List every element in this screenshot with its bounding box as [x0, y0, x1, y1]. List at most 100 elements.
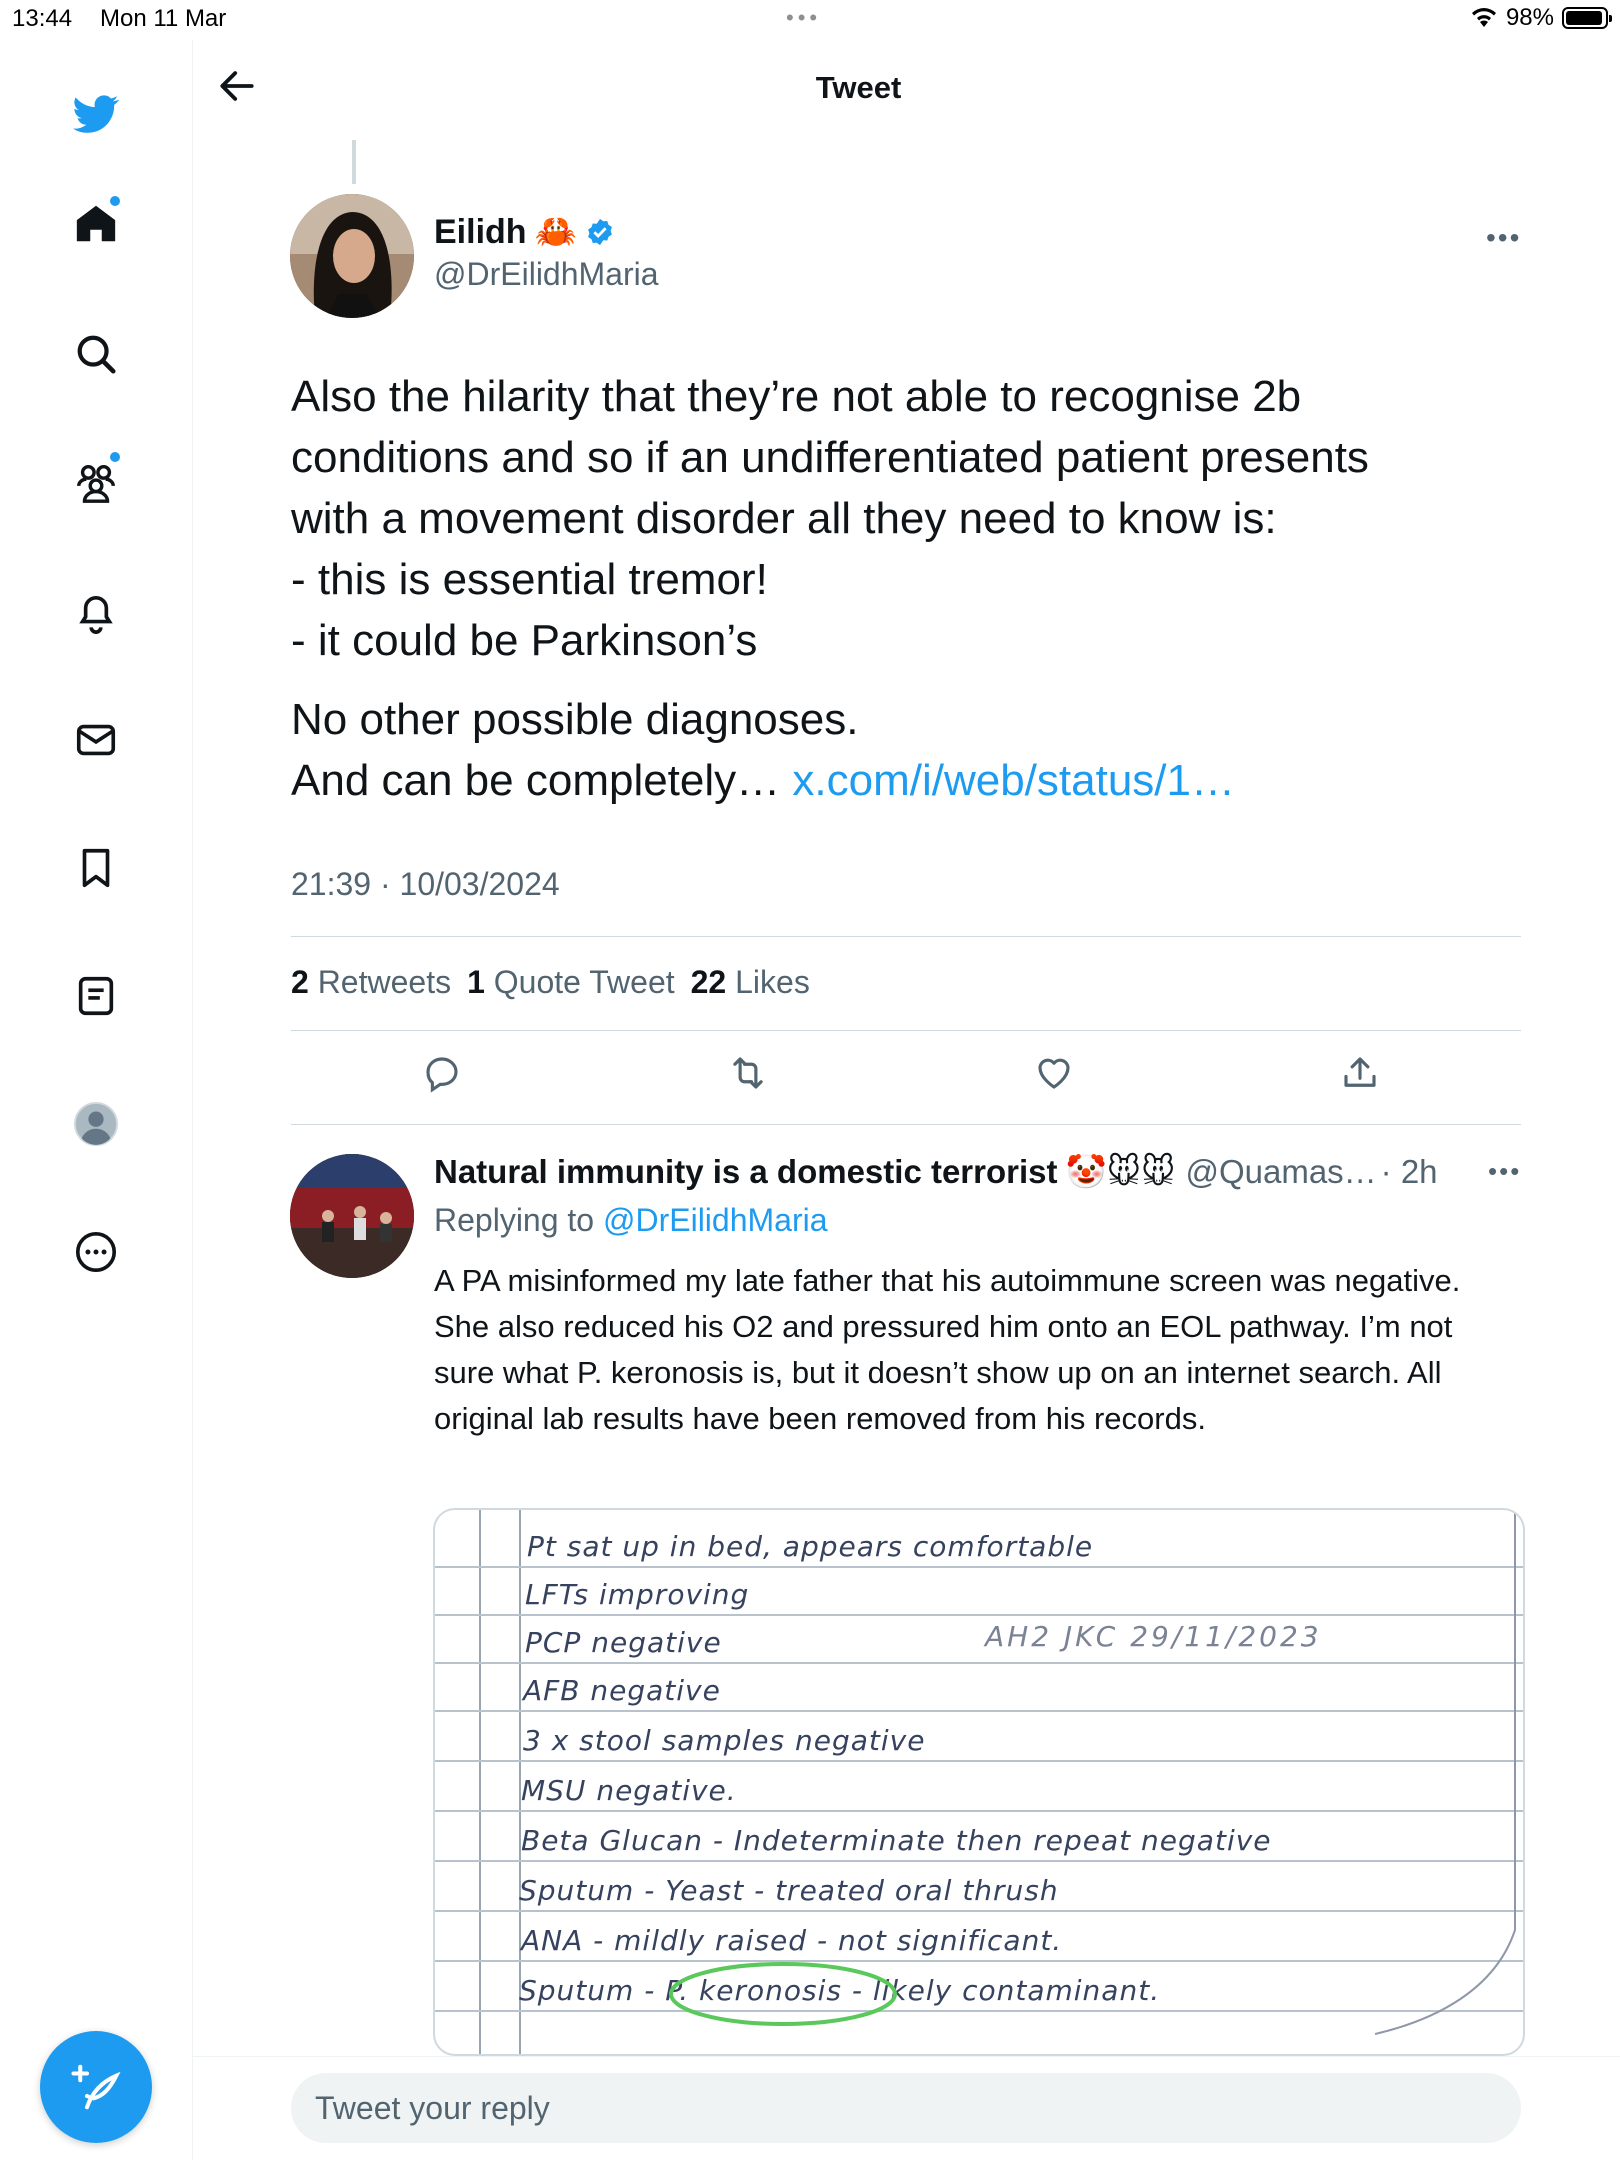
reply-media-image[interactable]: Pt sat up in bed, appears comfortable LF…: [433, 1508, 1525, 2056]
messages-icon[interactable]: [70, 714, 122, 766]
tweet-link[interactable]: x.com/i/web/status/1…: [792, 756, 1235, 805]
note-margin-line: [479, 1510, 481, 2054]
status-right: 98%: [1470, 4, 1612, 32]
tweet-text-line-with-link: And can be completely… x.com/i/web/statu…: [291, 750, 1531, 811]
verified-badge-icon: [588, 218, 612, 246]
retweet-button[interactable]: [727, 1052, 773, 1098]
more-icon[interactable]: [70, 1226, 122, 1278]
compose-tweet-button[interactable]: [40, 2031, 152, 2143]
battery-percent: 98%: [1505, 4, 1554, 31]
green-circle-annotation: [669, 1962, 897, 2026]
note-ruled-line: [435, 1566, 1523, 1568]
page-title: Tweet: [815, 70, 902, 105]
note-line-text: AFB negative: [523, 1674, 721, 1707]
note-line-text: LFTs improving: [525, 1578, 750, 1611]
compose-tweet-icon: [71, 2064, 121, 2110]
bookmarks-icon[interactable]: [70, 842, 122, 894]
page-curl-shadow: [1375, 1510, 1516, 2035]
tweet-text-line: with a movement disorder all they need t…: [291, 494, 1277, 543]
reply-time[interactable]: · 2h: [1381, 1153, 1438, 1191]
notifications-icon[interactable]: [70, 586, 122, 638]
lists-icon[interactable]: [70, 970, 122, 1022]
heart-icon: [1038, 1058, 1070, 1089]
reply-author-emojis: 🤡🐭🐭: [1065, 1153, 1176, 1190]
share-button[interactable]: [1339, 1052, 1385, 1098]
sidebar: [0, 40, 193, 2160]
divider: [291, 1030, 1521, 1031]
tweet-text: Also the hilarity that they’re not able …: [291, 366, 1531, 811]
profile-avatar-icon[interactable]: [70, 1098, 122, 1150]
tweet-text-line: No other possible diagnoses.: [291, 695, 859, 744]
tweet-reply-input[interactable]: Tweet your reply: [291, 2073, 1521, 2143]
like-button[interactable]: [1033, 1052, 1079, 1098]
note-ruled-line: [435, 1614, 1523, 1616]
communities-icon[interactable]: [70, 452, 122, 508]
note-line-text: MSU negative.: [521, 1774, 737, 1807]
reply-icon: [426, 1057, 458, 1093]
note-ruled-line: [435, 2010, 1523, 2012]
tweet-text-truncated: And can be completely…: [291, 756, 781, 805]
note-ruled-line: [435, 1860, 1523, 1862]
reply-avatar-image: [290, 1154, 414, 1278]
retweets-stat[interactable]: 2 Retweets: [291, 964, 451, 1001]
retweets-count: 2: [291, 964, 309, 1000]
note-signature: AH2 JKC 29/11/2023: [985, 1620, 1322, 1653]
reply-header: Natural immunity is a domestic terrorist…: [434, 1152, 1438, 1192]
reply-avatar[interactable]: [290, 1154, 414, 1278]
page-title-wrap: Tweet: [193, 70, 1620, 106]
note-line-text: Sputum - Yeast - treated oral thrush: [519, 1874, 1059, 1907]
tweet-text-line: Also the hilarity that they’re not able …: [291, 372, 1302, 421]
tweet-actions: [291, 1052, 1521, 1112]
status-time: 13:44: [12, 5, 73, 32]
author-name-row[interactable]: Eilidh 🦀: [434, 212, 615, 252]
note-ruled-line: [435, 1760, 1523, 1762]
divider: [291, 1124, 1521, 1125]
tweet-timestamp[interactable]: 21:39 · 10/03/2024: [291, 866, 560, 903]
reply-button[interactable]: [421, 1052, 467, 1098]
reply-more-icon[interactable]: •••: [1488, 1156, 1521, 1187]
note-ruled-line: [435, 1662, 1523, 1664]
tweet-text-line: - it could be Parkinson’s: [291, 616, 758, 665]
status-date: Mon 11 Mar: [100, 5, 227, 32]
share-icon: [1344, 1057, 1376, 1087]
likes-stat[interactable]: 22 Likes: [691, 964, 810, 1001]
tweet-stats: 2 Retweets 1 Quote Tweet 22 Likes: [291, 964, 810, 1001]
note-line-text: 3 x stool samples negative: [523, 1724, 926, 1757]
search-icon[interactable]: [70, 328, 122, 380]
reply-bar-divider: [193, 2056, 1620, 2057]
home-unread-dot: [110, 196, 120, 206]
tweet-text-line: conditions and so if an undifferentiated…: [291, 433, 1369, 482]
wifi-icon: [1471, 8, 1496, 27]
tweet-text-line: - this is essential tremor!: [291, 555, 768, 604]
tweet-more-icon[interactable]: •••: [1486, 222, 1521, 254]
note-line-text: PCP negative: [525, 1626, 722, 1659]
quotes-stat[interactable]: 1 Quote Tweet: [467, 964, 675, 1001]
author-avatar-image: [290, 194, 414, 318]
reply-text: A PA misinformed my late father that his…: [434, 1263, 1461, 1436]
author-emoji: 🦀: [534, 213, 577, 251]
note-line-text: ANA - mildly raised - not significant.: [521, 1924, 1063, 1957]
retweet-icon: [733, 1057, 763, 1089]
status-bar: 13:44 Mon 11 Mar ••• 98%: [0, 0, 1620, 40]
retweets-label: Retweets: [317, 964, 452, 1000]
replying-to-handle[interactable]: @DrEilidhMaria: [603, 1202, 828, 1238]
author-name[interactable]: Eilidh: [434, 213, 527, 252]
quotes-count: 1: [467, 964, 485, 1000]
twitter-bird-icon[interactable]: [70, 88, 122, 140]
reply-author-name[interactable]: Natural immunity is a domestic terrorist: [434, 1153, 1058, 1191]
likes-label: Likes: [735, 964, 810, 1000]
note-ruled-line: [435, 1960, 1523, 1962]
home-icon[interactable]: [70, 196, 122, 250]
communities-unread-dot: [110, 452, 120, 462]
note-ruled-line: [435, 1710, 1523, 1712]
note-line-text: Beta Glucan - Indeterminate then repeat …: [521, 1824, 1272, 1857]
reply-handle[interactable]: @Quamas…: [1185, 1153, 1376, 1191]
likes-count: 22: [690, 964, 727, 1000]
author-handle[interactable]: @DrEilidhMaria: [434, 256, 659, 293]
battery-icon: [1562, 7, 1612, 29]
avatar[interactable]: [290, 194, 414, 318]
multitasking-dots-icon[interactable]: •••: [786, 5, 821, 31]
replying-prefix: Replying to: [434, 1202, 595, 1238]
header: Tweet: [193, 40, 1620, 140]
thread-line: [352, 140, 356, 184]
